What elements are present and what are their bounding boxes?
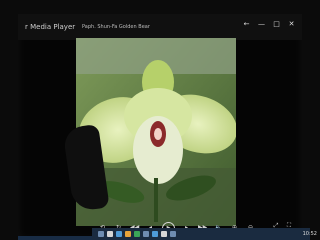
close-button[interactable]: ✕ bbox=[287, 20, 296, 29]
taskbar-icon[interactable] bbox=[134, 231, 140, 237]
title-bar: r Media Player Paph. Shun-Fa Golden Bear… bbox=[18, 14, 302, 40]
taskbar bbox=[92, 228, 310, 240]
window-controls: ← — □ ✕ bbox=[242, 20, 296, 29]
minimize-button[interactable]: — bbox=[257, 20, 266, 29]
taskbar-icon[interactable] bbox=[170, 231, 176, 237]
taskbar-icon[interactable] bbox=[143, 231, 149, 237]
media-file-name: Paph. Shun-Fa Golden Bear bbox=[82, 24, 150, 30]
taskbar-icon[interactable] bbox=[116, 231, 122, 237]
back-button[interactable]: ← bbox=[242, 20, 251, 29]
monitor-screen: r Media Player Paph. Shun-Fa Golden Bear… bbox=[18, 14, 302, 240]
app-title: r Media Player bbox=[25, 23, 76, 31]
taskbar-icon[interactable] bbox=[161, 231, 167, 237]
taskbar-icon[interactable] bbox=[125, 231, 131, 237]
taskbar-icon[interactable] bbox=[107, 231, 113, 237]
system-tray-time: 10:52 bbox=[302, 231, 317, 237]
maximize-button[interactable]: □ bbox=[272, 20, 281, 29]
taskbar-icon[interactable] bbox=[98, 231, 104, 237]
taskbar-icon[interactable] bbox=[152, 231, 158, 237]
